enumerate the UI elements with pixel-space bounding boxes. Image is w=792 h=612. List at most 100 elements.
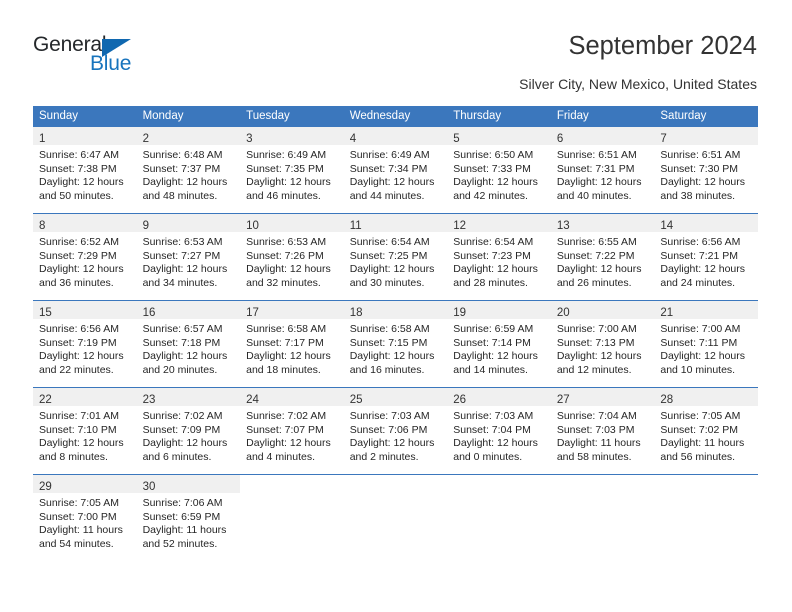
day-number-band: 11	[343, 214, 448, 232]
day-number-band: 21	[654, 301, 758, 319]
calendar-day-cell[interactable]: 12 Sunrise: 6:54 AM Sunset: 7:23 PM Dayligh…	[447, 213, 551, 301]
calendar-day-cell[interactable]: 11 Sunrise: 6:54 AM Sunset: 7:25 PM Dayligh…	[343, 213, 448, 301]
calendar-day-cell[interactable]: 21 Sunrise: 7:00 AM Sunset: 7:11 PM Dayligh…	[654, 300, 758, 388]
weekday-header-tuesday: Tuesday	[240, 106, 344, 127]
day-cell-inner: 1 Sunrise: 6:47 AM Sunset: 7:38 PM Daylight…	[33, 127, 137, 213]
sunrise-text: Sunrise: 7:02 AM	[142, 410, 223, 422]
day-details: Sunrise: 7:06 AM Sunset: 6:59 PM Daylight:…	[137, 493, 241, 551]
calendar-day-cell[interactable]: 29 Sunrise: 7:05 AM Sunset: 7:00 PM Dayligh…	[33, 474, 137, 561]
day-cell-inner: 12 Sunrise: 6:54 AM Sunset: 7:23 PM Dayligh…	[447, 214, 551, 300]
day-number-band: 22	[33, 388, 137, 406]
daylight-text-line1: Daylight: 12 hours	[349, 263, 435, 276]
calendar-day-cell[interactable]: 5 Sunrise: 6:50 AM Sunset: 7:33 PM Daylight…	[447, 126, 551, 214]
calendar-day-cell[interactable]: 15 Sunrise: 6:56 AM Sunset: 7:19 PM Dayligh…	[33, 300, 137, 388]
sunset-text: Sunset: 7:22 PM	[556, 249, 635, 262]
sunset-text: Sunset: 7:00 PM	[39, 510, 117, 523]
daylight-text-line1: Daylight: 12 hours	[142, 176, 228, 189]
calendar-day-cell[interactable]: 27 Sunrise: 7:04 AM Sunset: 7:03 PM Dayligh…	[550, 387, 655, 475]
day-details	[344, 493, 448, 497]
calendar-day-cell[interactable]: 6 Sunrise: 6:51 AM Sunset: 7:31 PM Daylight…	[550, 126, 655, 214]
day-cell-inner: 28 Sunrise: 7:05 AM Sunset: 7:02 PM Dayligh…	[654, 388, 758, 474]
calendar-day-cell[interactable]: 9 Sunrise: 6:53 AM Sunset: 7:27 PM Daylight…	[136, 213, 241, 301]
day-details	[240, 493, 344, 497]
daylight-text-line1: Daylight: 12 hours	[349, 176, 435, 189]
daylight-text-line2: and 48 minutes.	[142, 189, 218, 202]
day-number-band: 2	[136, 127, 241, 145]
calendar-day-cell[interactable]: 2 Sunrise: 6:48 AM Sunset: 7:37 PM Daylight…	[136, 126, 241, 214]
sunrise-text: Sunrise: 7:02 AM	[246, 410, 327, 422]
day-number-band	[550, 475, 655, 493]
day-number-band: 8	[33, 214, 137, 232]
daylight-text-line2: and 4 minutes.	[246, 450, 316, 463]
day-details: Sunrise: 7:05 AM Sunset: 7:02 PM Daylight:…	[654, 406, 758, 464]
calendar-day-cell[interactable]: 8 Sunrise: 6:52 AM Sunset: 7:29 PM Daylight…	[33, 213, 137, 301]
calendar-day-cell[interactable]: 19 Sunrise: 6:59 AM Sunset: 7:14 PM Dayligh…	[447, 300, 551, 388]
calendar-day-cell[interactable]: 16 Sunrise: 6:57 AM Sunset: 7:18 PM Dayligh…	[136, 300, 241, 388]
calendar-day-cell[interactable]: 1 Sunrise: 6:47 AM Sunset: 7:38 PM Daylight…	[33, 126, 137, 214]
day-details: Sunrise: 6:49 AM Sunset: 7:34 PM Daylight:…	[344, 145, 448, 203]
day-details: Sunrise: 7:02 AM Sunset: 7:07 PM Daylight:…	[240, 406, 344, 464]
calendar-day-cell[interactable]: 22 Sunrise: 7:01 AM Sunset: 7:10 PM Dayligh…	[33, 387, 137, 475]
day-cell-inner: 14 Sunrise: 6:56 AM Sunset: 7:21 PM Dayligh…	[654, 214, 758, 300]
day-cell-inner: 9 Sunrise: 6:53 AM Sunset: 7:27 PM Daylight…	[136, 214, 241, 300]
daylight-text-line1: Daylight: 12 hours	[39, 176, 124, 189]
daylight-text-line2: and 42 minutes.	[453, 189, 528, 202]
calendar-week-row: 8 Sunrise: 6:52 AM Sunset: 7:29 PM Daylight…	[33, 213, 758, 301]
sunrise-text: Sunrise: 6:56 AM	[660, 236, 741, 248]
calendar-day-cell[interactable]: 23 Sunrise: 7:02 AM Sunset: 7:09 PM Dayligh…	[136, 387, 241, 475]
daylight-text-line2: and 46 minutes.	[246, 189, 321, 202]
calendar-day-cell[interactable]: 3 Sunrise: 6:49 AM Sunset: 7:35 PM Daylight…	[240, 126, 344, 214]
brand-logo[interactable]: General Blue	[33, 33, 183, 81]
sunrise-text: Sunrise: 7:03 AM	[349, 410, 430, 422]
daylight-text-line2: and 30 minutes.	[349, 276, 425, 289]
day-number: 27	[556, 394, 570, 406]
day-cell-inner: 29 Sunrise: 7:05 AM Sunset: 7:00 PM Dayligh…	[33, 475, 137, 561]
daylight-text-line1: Daylight: 12 hours	[39, 437, 124, 450]
day-number: 10	[246, 220, 259, 232]
calendar-day-cell[interactable]: 30 Sunrise: 7:06 AM Sunset: 6:59 PM Dayligh…	[136, 474, 241, 561]
day-cell-inner	[447, 475, 551, 561]
calendar-day-cell[interactable]: 24 Sunrise: 7:02 AM Sunset: 7:07 PM Dayligh…	[240, 387, 344, 475]
daylight-text-line2: and 8 minutes.	[39, 450, 108, 463]
day-cell-inner	[343, 475, 448, 561]
sunrise-text: Sunrise: 7:03 AM	[453, 410, 534, 422]
sunset-text: Sunset: 7:13 PM	[556, 336, 635, 349]
calendar-day-cell-empty	[654, 474, 758, 561]
calendar-day-cell[interactable]: 28 Sunrise: 7:05 AM Sunset: 7:02 PM Dayligh…	[654, 387, 758, 475]
calendar-day-cell[interactable]: 7 Sunrise: 6:51 AM Sunset: 7:30 PM Daylight…	[654, 126, 758, 214]
day-number-band: 15	[33, 301, 137, 319]
calendar-day-cell[interactable]: 10 Sunrise: 6:53 AM Sunset: 7:26 PM Dayligh…	[240, 213, 344, 301]
calendar-day-cell[interactable]: 26 Sunrise: 7:03 AM Sunset: 7:04 PM Dayligh…	[447, 387, 551, 475]
day-number-band: 10	[240, 214, 344, 232]
daylight-text-line2: and 58 minutes.	[556, 450, 632, 463]
day-details: Sunrise: 6:53 AM Sunset: 7:27 PM Daylight:…	[137, 232, 241, 290]
calendar-day-cell[interactable]: 20 Sunrise: 7:00 AM Sunset: 7:13 PM Dayligh…	[550, 300, 655, 388]
day-number: 24	[246, 394, 259, 406]
sunset-text: Sunset: 7:15 PM	[349, 336, 428, 349]
calendar-day-cell[interactable]: 13 Sunrise: 6:55 AM Sunset: 7:22 PM Dayligh…	[550, 213, 655, 301]
page-header: General Blue September 2024 Silver City,…	[0, 0, 792, 100]
daylight-text-line1: Daylight: 12 hours	[453, 437, 538, 450]
sunrise-text: Sunrise: 7:06 AM	[142, 497, 223, 509]
sunrise-text: Sunrise: 6:51 AM	[660, 149, 741, 161]
daylight-text-line2: and 22 minutes.	[39, 363, 114, 376]
calendar-day-cell-empty	[447, 474, 551, 561]
day-number-band: 14	[654, 214, 758, 232]
weekday-header-wednesday: Wednesday	[343, 106, 448, 127]
sunrise-text: Sunrise: 6:53 AM	[246, 236, 327, 248]
sunrise-text: Sunrise: 6:59 AM	[453, 323, 534, 335]
calendar-day-cell[interactable]: 18 Sunrise: 6:58 AM Sunset: 7:15 PM Dayligh…	[343, 300, 448, 388]
day-details: Sunrise: 6:47 AM Sunset: 7:38 PM Daylight:…	[33, 145, 137, 203]
sunset-text: Sunset: 7:31 PM	[556, 162, 635, 175]
sunrise-text: Sunrise: 6:47 AM	[39, 149, 119, 161]
calendar-day-cell[interactable]: 14 Sunrise: 6:56 AM Sunset: 7:21 PM Dayligh…	[654, 213, 758, 301]
day-number-band: 25	[343, 388, 448, 406]
calendar-day-cell[interactable]: 25 Sunrise: 7:03 AM Sunset: 7:06 PM Dayligh…	[343, 387, 448, 475]
page-subtitle: Silver City, New Mexico, United States	[519, 76, 757, 92]
calendar-day-cell[interactable]: 4 Sunrise: 6:49 AM Sunset: 7:34 PM Daylight…	[343, 126, 448, 214]
calendar-day-cell[interactable]: 17 Sunrise: 6:58 AM Sunset: 7:17 PM Dayligh…	[240, 300, 344, 388]
day-number-band	[654, 475, 758, 493]
day-details: Sunrise: 6:56 AM Sunset: 7:21 PM Daylight:…	[654, 232, 758, 290]
day-cell-inner: 11 Sunrise: 6:54 AM Sunset: 7:25 PM Dayligh…	[343, 214, 448, 300]
daylight-text-line1: Daylight: 12 hours	[349, 437, 435, 450]
